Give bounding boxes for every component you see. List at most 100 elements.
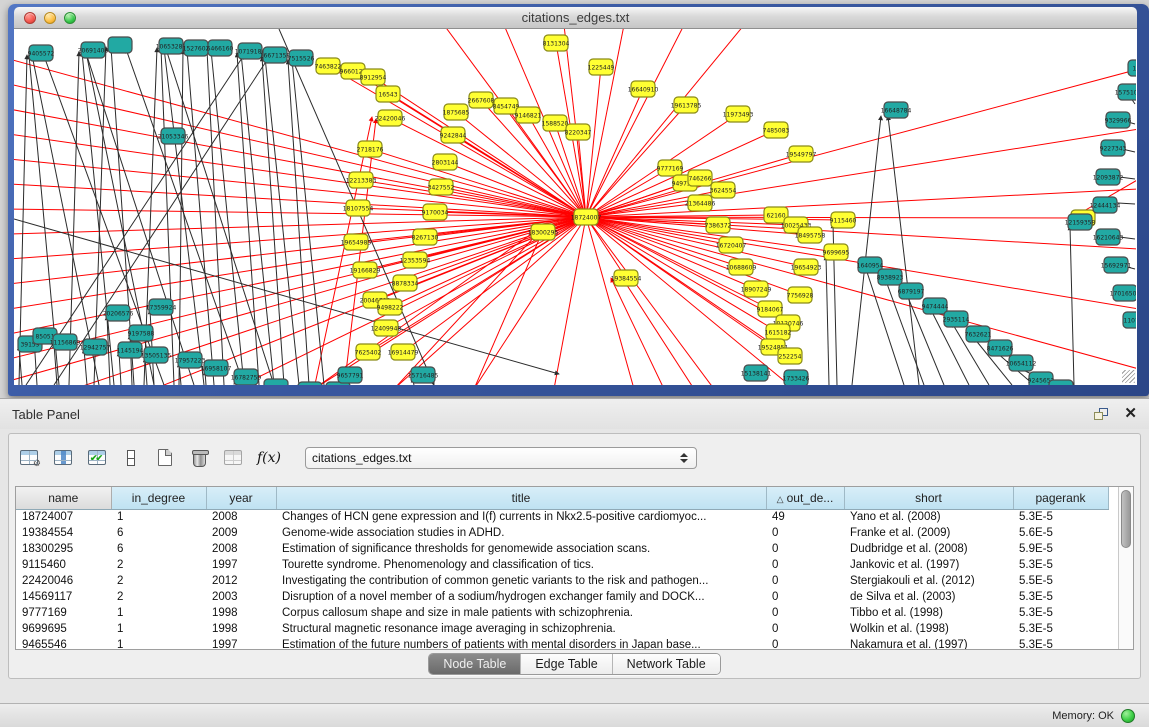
table-cell[interactable]: 18724007	[16, 509, 111, 525]
graph-node[interactable]: 7756928	[787, 287, 814, 303]
row-height-button[interactable]	[121, 446, 141, 470]
table-cell[interactable]: 9777169	[16, 605, 111, 621]
graph-node[interactable]: 16671358	[260, 47, 291, 63]
graph-node[interactable]: 7625402	[355, 344, 382, 360]
graph-node[interactable]: 9146821	[515, 107, 542, 123]
table-cell[interactable]: 1998	[206, 605, 276, 621]
table-cell[interactable]: 0	[766, 637, 844, 649]
graph-node[interactable]: 18907249	[741, 281, 772, 297]
graph-node[interactable]: 3427552	[428, 179, 455, 195]
graph-node[interactable]: 1615182	[765, 324, 792, 340]
graph-node[interactable]: 16958107	[201, 360, 232, 376]
function-builder-button[interactable]: f(x)	[257, 446, 281, 470]
graph-edge-red[interactable]	[621, 276, 694, 385]
graph-node[interactable]: 9498222	[377, 299, 404, 315]
graph-edge-black[interactable]	[237, 53, 259, 385]
graph-node[interactable]: 8131304	[543, 35, 570, 51]
graph-node[interactable]: 12353594	[400, 252, 431, 268]
graph-node[interactable]: 7515526	[288, 50, 315, 66]
table-cell[interactable]: 1	[111, 621, 206, 637]
table-cell[interactable]: 2003	[206, 589, 276, 605]
graph-node[interactable]: 15138141	[741, 365, 772, 381]
graph-node[interactable]: 10688609	[726, 259, 757, 275]
graph-node[interactable]: 9170034	[422, 204, 449, 220]
close-panel-icon[interactable]: ✕	[1124, 408, 1137, 420]
table-cell[interactable]: Yano et al. (2008)	[844, 509, 1013, 525]
graph-node[interactable]: 16914479	[388, 344, 419, 360]
graph-edge-red[interactable]	[390, 118, 586, 217]
graph-node[interactable]: 2935114	[943, 311, 970, 327]
graph-node[interactable]: 16648784	[881, 102, 912, 118]
column-header-title[interactable]: title	[276, 487, 766, 509]
table-cell[interactable]: 0	[766, 589, 844, 605]
graph-node[interactable]: 11156869	[50, 334, 81, 350]
table-row[interactable]: 946554611997Estimation of the future num…	[16, 637, 1108, 649]
graph-node[interactable]: 9657791	[337, 367, 364, 383]
graph-edge-black[interactable]	[292, 60, 324, 385]
table-cell[interactable]: 5.3E-5	[1013, 589, 1108, 605]
table-cell[interactable]: Jankovic et al. (1997)	[844, 557, 1013, 573]
graph-node[interactable]: 18107554	[343, 200, 374, 216]
graph-node[interactable]: 18724007	[571, 209, 602, 225]
table-cell[interactable]: 19384554	[16, 525, 111, 541]
graph-node[interactable]: 8471626	[987, 340, 1014, 356]
graph-node[interactable]: 21364486	[685, 195, 716, 211]
graph-node[interactable]: 9777169	[657, 160, 684, 176]
table-cell[interactable]: 0	[766, 621, 844, 637]
graph-node[interactable]: 12093872	[1093, 169, 1124, 185]
table-cell[interactable]: 1998	[206, 621, 276, 637]
graph-node[interactable]: 18300295	[528, 224, 559, 240]
graph-edge-black[interactable]	[826, 256, 829, 385]
graph-node[interactable]: 15692971	[1101, 257, 1132, 273]
table-cell[interactable]: 5.3E-5	[1013, 557, 1108, 573]
graph-node[interactable]: 16720407	[716, 237, 747, 253]
table-cell[interactable]: Tourette syndrome. Phenomenology and cla…	[276, 557, 766, 573]
table-cell[interactable]: Wolkin et al. (1998)	[844, 621, 1013, 637]
float-window-icon[interactable]	[1094, 408, 1108, 420]
table-cell[interactable]: 9115460	[16, 557, 111, 573]
table-cell[interactable]: 2	[111, 589, 206, 605]
graph-node[interactable]: 8220347	[565, 124, 592, 140]
table-cell[interactable]: 0	[766, 541, 844, 557]
table-cell[interactable]: 2012	[206, 573, 276, 589]
graph-node[interactable]: 9329966	[1105, 112, 1132, 128]
table-cell[interactable]: 5.9E-5	[1013, 541, 1108, 557]
graph-node[interactable]: 110753	[1123, 312, 1136, 328]
network-canvas[interactable]: 9405572206914061065328715276026466160107…	[14, 29, 1137, 385]
graph-node[interactable]: 16210643	[1093, 229, 1124, 245]
graph-node[interactable]: 17016504	[1110, 285, 1136, 301]
graph-node[interactable]: 746266	[688, 170, 712, 186]
table-cell[interactable]: 5.6E-5	[1013, 525, 1108, 541]
graph-node[interactable]: 12213383	[346, 172, 377, 188]
graph-node[interactable]: 7463822	[315, 58, 342, 74]
delete-rows-button[interactable]	[189, 446, 209, 470]
graph-node[interactable]: 16782759	[231, 369, 262, 385]
graph-edge-red[interactable]	[361, 180, 586, 217]
graph-edge-black[interactable]	[161, 48, 174, 385]
graph-edge-black[interactable]	[866, 269, 904, 385]
table-cell[interactable]: 5.3E-5	[1013, 605, 1108, 621]
graph-node[interactable]: 12409948	[371, 320, 402, 336]
graph-edge-black[interactable]	[164, 48, 204, 385]
table-cell[interactable]: 1	[111, 509, 206, 525]
tab-network-table[interactable]: Network Table	[613, 654, 720, 674]
graph-edge-red[interactable]	[586, 29, 624, 217]
graph-node[interactable]: 1145194	[117, 342, 144, 358]
table-cell[interactable]: 2009	[206, 525, 276, 541]
table-row[interactable]: 1938455462009Genome-wide association stu…	[16, 525, 1108, 541]
graph-node[interactable]: 1733426	[783, 370, 810, 385]
graph-node[interactable]: 19549797	[786, 146, 817, 162]
graph-node[interactable]: 15751074	[1115, 84, 1136, 100]
table-cell[interactable]: Dudbridge et al. (2008)	[844, 541, 1013, 557]
table-cell[interactable]: 5.5E-5	[1013, 573, 1108, 589]
column-header-pagerank[interactable]: pagerank	[1013, 487, 1108, 509]
window-titlebar[interactable]: citations_edges.txt	[14, 7, 1137, 29]
table-cell[interactable]: 22420046	[16, 573, 111, 589]
graph-node[interactable]: 7386372	[705, 217, 732, 233]
table-vertical-scrollbar[interactable]	[1118, 487, 1133, 649]
graph-edge-red[interactable]	[14, 134, 586, 217]
table-cell[interactable]: Corpus callosum shape and size in male p…	[276, 605, 766, 621]
table-cell[interactable]: Genome-wide association studies in ADHD.	[276, 525, 766, 541]
table-row[interactable]: 977716911998Corpus callosum shape and si…	[16, 605, 1108, 621]
table-cell[interactable]: Disruption of a novel member of a sodium…	[276, 589, 766, 605]
